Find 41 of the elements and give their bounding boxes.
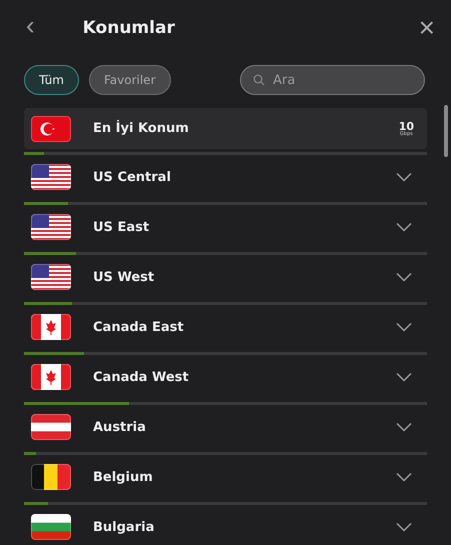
location-row[interactable]: Belgium — [24, 455, 427, 499]
filter-tab[interactable]: Favoriler — [88, 65, 170, 95]
location-name: US Central — [93, 170, 172, 184]
location-row[interactable]: Canada East — [24, 305, 427, 349]
location-name: Austria — [93, 420, 147, 434]
chevron-down-icon — [396, 222, 412, 232]
location-name: Canada West — [93, 370, 190, 384]
window-title: Konumlar — [82, 18, 176, 38]
chevron-down-icon — [396, 422, 412, 432]
flag-icon — [31, 264, 71, 290]
chevron-down-icon — [396, 272, 412, 282]
location-name: Canada East — [93, 320, 185, 334]
flag-icon — [31, 116, 71, 142]
chevron-down-icon — [396, 522, 412, 532]
location-row[interactable]: Bulgaria — [24, 505, 427, 545]
back-button[interactable]: ‹ — [22, 12, 39, 38]
location-row[interactable]: US West — [24, 255, 427, 299]
location-name: US West — [93, 270, 156, 284]
flag-icon — [31, 414, 71, 440]
close-button[interactable]: × — [418, 14, 435, 42]
chevron-down-icon — [396, 372, 412, 382]
location-row[interactable]: US Central — [24, 155, 427, 199]
flag-icon — [31, 464, 71, 490]
location-row[interactable]: US East — [24, 205, 427, 249]
location-name: Belgium — [93, 470, 154, 484]
flag-icon — [31, 514, 71, 540]
scrollbar[interactable] — [444, 105, 448, 157]
flag-icon — [31, 364, 71, 390]
location-row[interactable]: Austria — [24, 405, 427, 449]
location-name: US East — [93, 220, 150, 234]
chevron-down-icon — [396, 172, 412, 182]
filter-tab[interactable]: Tüm — [24, 65, 79, 95]
location-row[interactable]: Canada West — [24, 355, 427, 399]
chevron-down-icon — [396, 472, 412, 482]
search-field[interactable]: Ara — [240, 65, 425, 95]
location-name: Bulgaria — [93, 520, 156, 534]
chevron-down-icon — [396, 322, 412, 332]
flag-icon — [31, 314, 71, 340]
flag-icon — [31, 164, 71, 190]
location-name: En İyi Konum — [93, 121, 190, 136]
flag-icon — [31, 214, 71, 240]
